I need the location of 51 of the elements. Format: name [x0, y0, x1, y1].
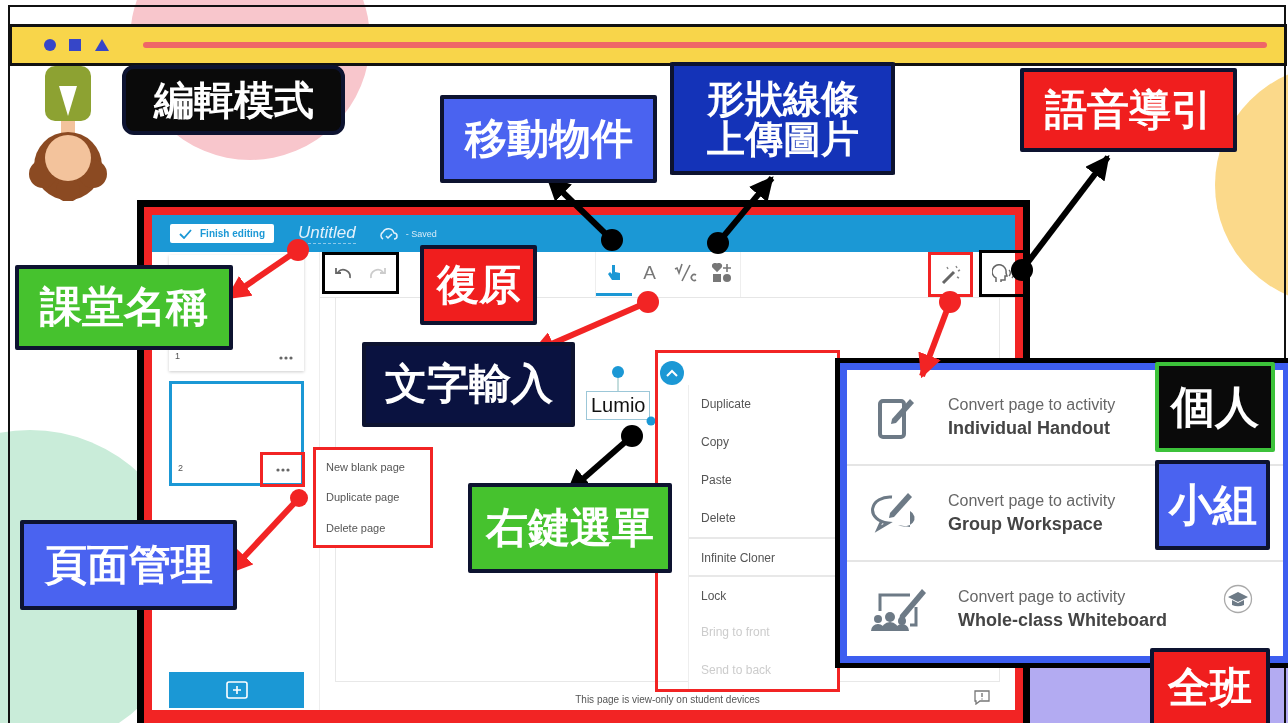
activity-title: Individual Handout — [948, 417, 1111, 439]
callout-label: 小組 — [1155, 460, 1270, 550]
activity-title: Group Workspace — [948, 513, 1104, 535]
chevron-up-icon — [666, 369, 678, 377]
menu-item[interactable]: Duplicate — [689, 385, 837, 423]
callout-label: 移動物件 — [440, 95, 657, 183]
pointer-hand-icon — [605, 263, 622, 282]
magic-wand-icon — [939, 263, 962, 286]
menu-item[interactable]: Copy — [689, 423, 837, 461]
activity-title: Whole-class Whiteboard — [958, 609, 1168, 631]
menu-item[interactable]: Duplicate page — [326, 491, 430, 504]
rotate-handle[interactable] — [611, 365, 625, 391]
shapes-icon — [711, 262, 732, 283]
menu-item[interactable]: Delete page — [326, 521, 430, 534]
callout-label: 編輯模式 — [122, 65, 345, 135]
activity-caption: Convert page to activity — [958, 587, 1127, 606]
resize-handle[interactable] — [646, 416, 656, 426]
callout-label: 上傳圖片 — [670, 118, 895, 175]
callout-label: 頁面管理 — [20, 520, 237, 610]
add-page-button[interactable] — [169, 672, 304, 708]
callout-label: 文字輸入 — [362, 342, 575, 427]
shapes-icon — [43, 38, 109, 52]
menu-item[interactable]: Delete — [689, 499, 837, 537]
menu-item[interactable]: New blank page — [326, 461, 430, 474]
activity-caption: Convert page to activity — [948, 491, 1116, 510]
graduation-cap-icon — [1223, 584, 1253, 614]
undo-icon — [333, 267, 352, 279]
callout-label: 語音導引 — [1020, 68, 1237, 152]
add-icon — [225, 681, 248, 699]
math-icon — [673, 262, 698, 283]
menu-item[interactable]: Paste — [689, 461, 837, 499]
page-number: 1 — [175, 350, 180, 361]
page-number: 2 — [178, 462, 183, 473]
cloud-icon — [377, 226, 398, 241]
check-icon — [179, 228, 192, 239]
page-thumbnail[interactable]: 2 — [169, 381, 304, 486]
activity-caption: Convert page to activity — [948, 395, 1116, 414]
text-box[interactable]: Lumio — [586, 391, 651, 420]
callout-label: 復原 — [420, 245, 537, 325]
callout-label: 全班 — [1150, 648, 1270, 723]
text-tool[interactable]: A — [631, 252, 668, 296]
more-icon — [275, 467, 290, 472]
callout-label: 課堂名稱 — [15, 265, 233, 350]
redo-icon — [369, 267, 388, 279]
more-icon — [278, 355, 293, 360]
callout-label: 個人 — [1155, 362, 1275, 452]
feedback-icon[interactable] — [974, 690, 990, 705]
callout-label: 右鍵選單 — [468, 483, 672, 573]
more-button[interactable] — [260, 452, 305, 487]
save-status: - Saved — [405, 228, 437, 239]
footer-note: This page is view-only on student devices — [575, 693, 760, 705]
